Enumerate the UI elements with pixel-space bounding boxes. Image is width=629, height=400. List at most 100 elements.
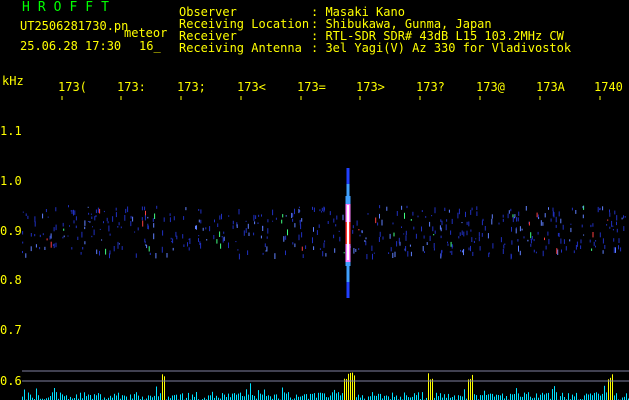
noise-speck	[172, 238, 174, 244]
noise-speck	[322, 251, 324, 257]
spectrum-bar	[284, 392, 285, 400]
noise-speck	[88, 212, 90, 215]
noise-speck	[356, 220, 358, 226]
noise-speck	[272, 220, 274, 222]
spectrum-bar	[192, 394, 193, 400]
noise-speck	[557, 249, 559, 255]
noise-speck	[440, 235, 442, 239]
noise-speck	[115, 212, 117, 218]
noise-speck	[382, 236, 384, 240]
noise-speck	[479, 246, 481, 251]
noise-speck	[461, 250, 463, 253]
noise-speck	[235, 241, 237, 243]
meteor-echo-segment	[346, 182, 350, 184]
noise-speck	[515, 228, 517, 234]
spectrum-bar	[386, 395, 387, 400]
noise-speck	[196, 225, 197, 230]
noise-speck	[62, 236, 64, 239]
noise-speck	[228, 242, 229, 249]
spectrum-bar	[362, 395, 363, 400]
noise-speck	[22, 231, 24, 235]
spectrum-bar	[138, 395, 139, 400]
meteor-echo-segment	[346, 174, 350, 176]
noise-speck	[130, 215, 132, 219]
noise-speck	[319, 209, 321, 212]
noise-speck	[379, 231, 381, 237]
spectrum-bar	[28, 392, 29, 400]
noise-speck	[473, 240, 475, 243]
meteor-echo-segment	[345, 264, 351, 266]
noise-speck	[531, 236, 533, 240]
spectrum-bar	[188, 392, 189, 400]
noise-speck	[205, 227, 207, 230]
noise-speck	[52, 244, 54, 247]
spectrum-bar	[318, 392, 319, 400]
noise-speck	[97, 207, 99, 213]
noise-speck	[488, 253, 490, 258]
noise-speck	[49, 235, 51, 240]
spectrum-bar	[486, 395, 487, 400]
noise-speck	[592, 223, 594, 227]
noise-speck	[609, 226, 611, 229]
spectrum-bar	[350, 372, 351, 400]
spectrum-bar	[162, 374, 163, 400]
noise-speck	[30, 233, 32, 237]
noise-speck	[137, 227, 139, 231]
noise-speck	[25, 253, 27, 258]
noise-speck	[294, 208, 295, 215]
noise-speck	[188, 247, 190, 251]
noise-speck	[318, 224, 320, 228]
spectrum-bar	[236, 394, 237, 400]
noise-speck	[200, 209, 202, 214]
noise-speck	[63, 228, 65, 231]
noise-speck	[71, 210, 73, 214]
noise-speck	[55, 242, 57, 248]
spectrum-bar	[116, 395, 117, 400]
noise-speck	[555, 216, 557, 223]
noise-speck	[624, 216, 626, 218]
spectrum-bar	[244, 396, 245, 400]
noise-speck	[144, 215, 146, 221]
noise-speck	[581, 224, 583, 228]
spectrum-bar	[62, 394, 63, 400]
noise-speck	[431, 215, 433, 217]
noise-speck	[355, 248, 357, 252]
noise-speck	[22, 241, 24, 244]
noise-speck	[200, 243, 202, 249]
noise-speck	[74, 210, 76, 215]
spectrum-bar	[460, 395, 461, 400]
noise-speck	[537, 231, 539, 235]
noise-speck	[217, 223, 219, 227]
noise-speck	[535, 251, 537, 254]
noise-speck	[260, 235, 262, 239]
meteor-echo-segment	[346, 168, 350, 170]
noise-speck	[445, 224, 447, 231]
meteor-echo-segment	[346, 192, 350, 194]
noise-speck	[440, 219, 442, 222]
noise-speck	[69, 225, 70, 227]
noise-speck	[82, 247, 84, 250]
noise-speck	[609, 212, 611, 217]
noise-speck	[523, 236, 525, 239]
spectrum-bar	[312, 393, 313, 400]
noise-speck	[361, 230, 363, 234]
noise-speck	[312, 237, 313, 244]
noise-speck	[595, 240, 597, 242]
noise-speck	[381, 219, 383, 226]
noise-speck	[313, 227, 314, 232]
spectrum-bar	[274, 394, 275, 400]
noise-speck	[557, 233, 559, 237]
noise-speck	[471, 207, 473, 211]
noise-speck	[463, 249, 464, 256]
noise-speck	[386, 206, 388, 211]
spectrum-bar	[474, 394, 475, 400]
noise-speck	[502, 214, 504, 218]
noise-speck	[410, 219, 412, 221]
noise-speck	[223, 236, 225, 241]
noise-speck	[115, 207, 117, 211]
noise-speck	[545, 245, 547, 250]
noise-speck	[34, 216, 36, 223]
noise-speck	[291, 212, 293, 218]
spectrum-bar	[254, 395, 255, 400]
meteor-echo-segment	[346, 268, 350, 270]
